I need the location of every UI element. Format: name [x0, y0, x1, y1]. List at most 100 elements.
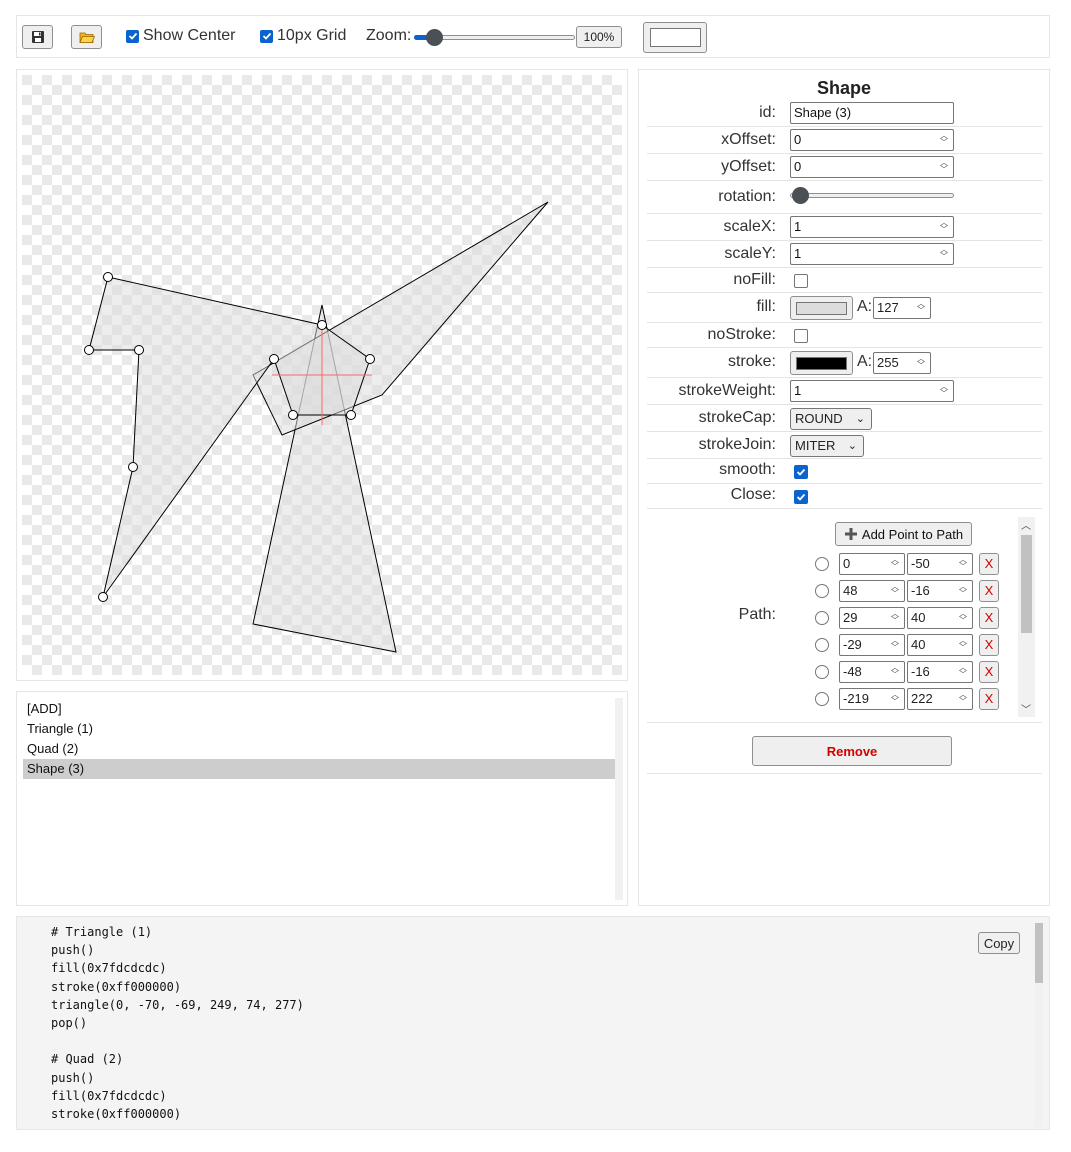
path-point-radio[interactable] [815, 638, 829, 652]
grid-checkbox[interactable] [260, 29, 273, 43]
spinner-icon[interactable]: ︿ ﹀ [888, 637, 902, 653]
row-scalex: scaleX: 1 ︿ ﹀ [647, 214, 1042, 241]
vertex-handle[interactable] [288, 410, 298, 420]
zoom-slider-thumb[interactable] [425, 29, 443, 46]
code-scrollbar[interactable] [1035, 923, 1043, 1127]
path-point-x-input[interactable]: -29 ︿ ﹀ [839, 634, 905, 656]
delete-point-button[interactable]: X [979, 661, 999, 683]
spinner-icon[interactable]: ︿ ﹀ [937, 246, 951, 262]
scrollbar-thumb[interactable] [1035, 923, 1043, 983]
path-point-x-input[interactable]: 48 ︿ ﹀ [839, 580, 905, 602]
path-point-radio[interactable] [815, 665, 829, 679]
list-item-quad[interactable]: Quad (2) [23, 739, 615, 759]
vertex-handle[interactable] [103, 272, 113, 282]
vertex-handle[interactable] [346, 410, 356, 420]
path-point-radio[interactable] [815, 611, 829, 625]
save-button[interactable] [22, 25, 53, 49]
path-point-x-input[interactable]: -219 ︿ ﹀ [839, 688, 905, 710]
grid-label: 10px Grid [277, 27, 347, 44]
scaley-input[interactable]: 1 ︿ ﹀ [790, 243, 954, 265]
path-point-x-input[interactable]: 0 ︿ ﹀ [839, 553, 905, 575]
path-point-radio[interactable] [815, 584, 829, 598]
delete-point-button[interactable]: X [979, 688, 999, 710]
vertex-handle[interactable] [269, 354, 279, 364]
delete-point-button[interactable]: X [979, 553, 999, 575]
path-point-y-input[interactable]: 40 ︿ ﹀ [907, 607, 973, 629]
copy-button[interactable]: Copy [978, 932, 1020, 954]
shape-list-scrollbar[interactable] [615, 698, 623, 900]
path-point-y-input[interactable]: -16 ︿ ﹀ [907, 580, 973, 602]
spinner-icon[interactable]: ︿ ﹀ [914, 300, 928, 316]
spinner-icon[interactable]: ︿ ﹀ [937, 132, 951, 148]
drawing-canvas[interactable] [22, 75, 622, 675]
strokecap-select[interactable]: ROUND ⌄ [790, 408, 872, 430]
fill-alpha-input[interactable]: 127 ︿ ﹀ [873, 297, 931, 319]
xoffset-input[interactable]: 0 ︿ ﹀ [790, 129, 954, 151]
rotation-label: rotation: [718, 188, 776, 205]
zoom-reset-button[interactable]: 100% [576, 26, 622, 48]
stroke-alpha-input[interactable]: 255 ︿ ﹀ [873, 352, 931, 374]
nostroke-checkbox[interactable] [794, 329, 808, 343]
show-center-checkbox[interactable] [126, 29, 139, 43]
spinner-icon[interactable]: ︿ ﹀ [937, 383, 951, 399]
path-point-x-input[interactable]: -48 ︿ ﹀ [839, 661, 905, 683]
open-button[interactable] [71, 25, 102, 49]
yoffset-input[interactable]: 0 ︿ ﹀ [790, 156, 954, 178]
rotation-slider-thumb[interactable] [792, 187, 809, 204]
background-color-picker[interactable] [643, 22, 707, 53]
delete-point-button[interactable]: X [979, 607, 999, 629]
grid-toggle[interactable]: 10px Grid [260, 27, 346, 45]
delete-point-button[interactable]: X [979, 634, 999, 656]
spinner-icon[interactable]: ︿ ﹀ [956, 691, 970, 707]
chevron-down-icon[interactable]: ﹀ [1021, 701, 1031, 716]
path-point-y-input[interactable]: 40 ︿ ﹀ [907, 634, 973, 656]
vertex-handle[interactable] [84, 345, 94, 355]
spinner-icon[interactable]: ︿ ﹀ [956, 637, 970, 653]
zoom-slider[interactable] [414, 29, 575, 46]
add-point-label: Add Point to Path [861, 526, 964, 542]
spinner-icon[interactable]: ︿ ﹀ [888, 664, 902, 680]
add-point-button[interactable]: Add Point to Path [835, 522, 972, 546]
list-item-shape-selected[interactable]: Shape (3) [23, 759, 615, 779]
list-item-triangle[interactable]: Triangle (1) [23, 719, 615, 739]
path-point-x-input[interactable]: 29 ︿ ﹀ [839, 607, 905, 629]
spinner-icon[interactable]: ︿ ﹀ [937, 219, 951, 235]
path-list-scrollbar[interactable]: ︿ ﹀ [1018, 517, 1035, 717]
delete-point-button[interactable]: X [979, 580, 999, 602]
remove-button[interactable]: Remove [752, 736, 952, 766]
scrollbar-thumb[interactable] [1021, 535, 1032, 633]
list-item-add[interactable]: [ADD] [23, 699, 615, 719]
strokeweight-input[interactable]: 1 ︿ ﹀ [790, 380, 954, 402]
scalex-input[interactable]: 1 ︿ ﹀ [790, 216, 954, 238]
strokejoin-select[interactable]: MITER ⌄ [790, 435, 864, 457]
path-point-radio[interactable] [815, 557, 829, 571]
path-point-radio[interactable] [815, 692, 829, 706]
fill-color-picker[interactable] [790, 296, 853, 320]
spinner-icon[interactable]: ︿ ﹀ [888, 556, 902, 572]
show-center-toggle[interactable]: Show Center [126, 27, 236, 45]
spinner-icon[interactable]: ︿ ﹀ [956, 556, 970, 572]
path-point-y-input[interactable]: -16 ︿ ﹀ [907, 661, 973, 683]
nofill-checkbox[interactable] [794, 274, 808, 288]
spinner-icon[interactable]: ︿ ﹀ [937, 159, 951, 175]
vertex-handle[interactable] [134, 345, 144, 355]
spinner-icon[interactable]: ︿ ﹀ [888, 610, 902, 626]
stroke-color-picker[interactable] [790, 351, 853, 375]
vertex-handle[interactable] [365, 354, 375, 364]
spinner-icon[interactable]: ︿ ﹀ [956, 583, 970, 599]
vertex-handle[interactable] [98, 592, 108, 602]
chevron-up-icon[interactable]: ︿ [1021, 517, 1031, 532]
path-point-y-input[interactable]: -50 ︿ ﹀ [907, 553, 973, 575]
path-point-y-input[interactable]: 222 ︿ ﹀ [907, 688, 973, 710]
id-input[interactable]: Shape (3) [790, 102, 954, 124]
vertex-handle[interactable] [317, 320, 327, 330]
spinner-icon[interactable]: ︿ ﹀ [914, 355, 928, 371]
smooth-checkbox[interactable] [794, 465, 808, 479]
rotation-slider[interactable] [790, 187, 954, 204]
spinner-icon[interactable]: ︿ ﹀ [956, 610, 970, 626]
close-checkbox[interactable] [794, 490, 808, 504]
spinner-icon[interactable]: ︿ ﹀ [888, 691, 902, 707]
vertex-handle[interactable] [128, 462, 138, 472]
spinner-icon[interactable]: ︿ ﹀ [888, 583, 902, 599]
spinner-icon[interactable]: ︿ ﹀ [956, 664, 970, 680]
